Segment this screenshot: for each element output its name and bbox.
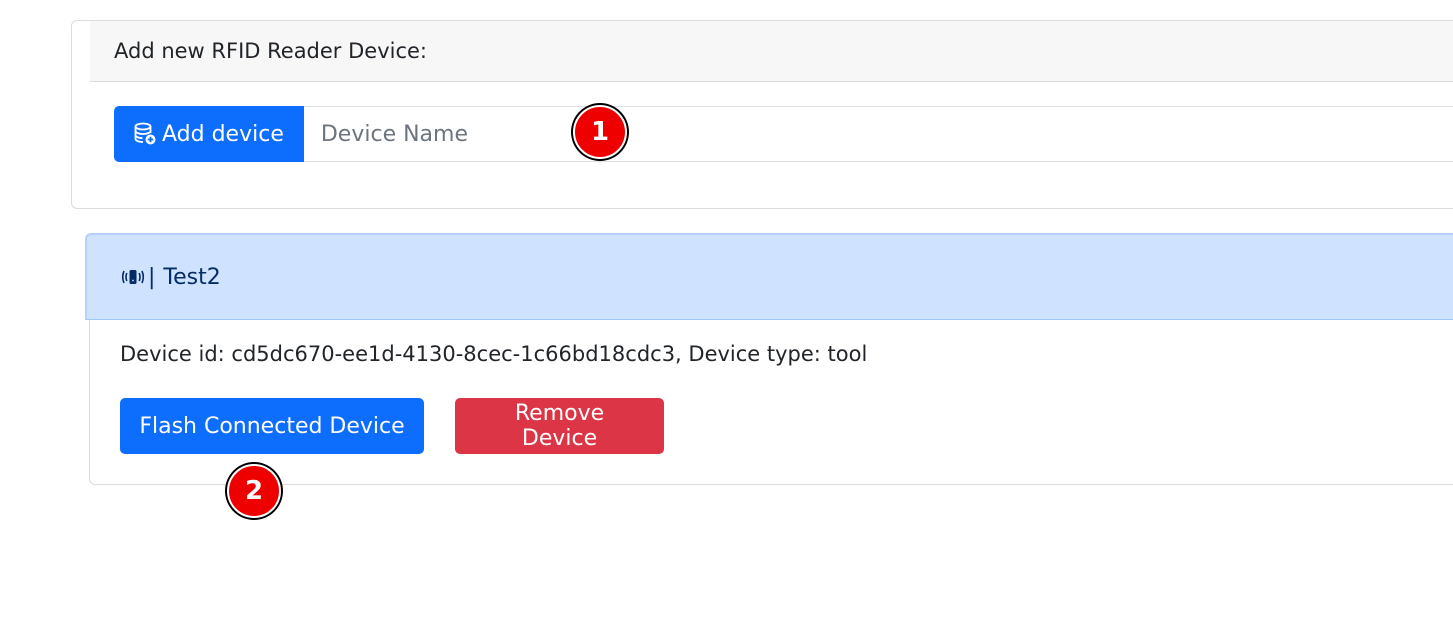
add-device-card-header: Add new RFID Reader Device: [90, 21, 1453, 82]
add-device-card: Add new RFID Reader Device: Add device [71, 20, 1453, 209]
step-marker-1: 1 [573, 105, 627, 159]
device-info: Device id: cd5dc670-ee1d-4130-8cec-1c66b… [120, 342, 868, 366]
add-device-button[interactable]: Add device [114, 106, 304, 162]
header-separator: | [148, 264, 156, 290]
add-device-input-group: Add device [114, 106, 1453, 162]
flash-connected-device-button[interactable]: Flash Connected Device [120, 398, 424, 454]
device-card-header: | Test2 [85, 233, 1453, 320]
device-card: | Test2 Device id: cd5dc670-ee1d-4130-8c… [85, 233, 1453, 485]
page: Add new RFID Reader Device: Add device D… [0, 0, 1453, 630]
step-marker-2: 2 [227, 464, 281, 518]
device-name: Test2 [163, 264, 221, 290]
add-device-button-label: Add device [162, 121, 284, 147]
database-add-icon [134, 122, 156, 146]
device-name-input[interactable] [303, 106, 1453, 162]
rfid-reader-icon [121, 267, 145, 287]
remove-device-button[interactable]: Remove Device [455, 398, 664, 454]
